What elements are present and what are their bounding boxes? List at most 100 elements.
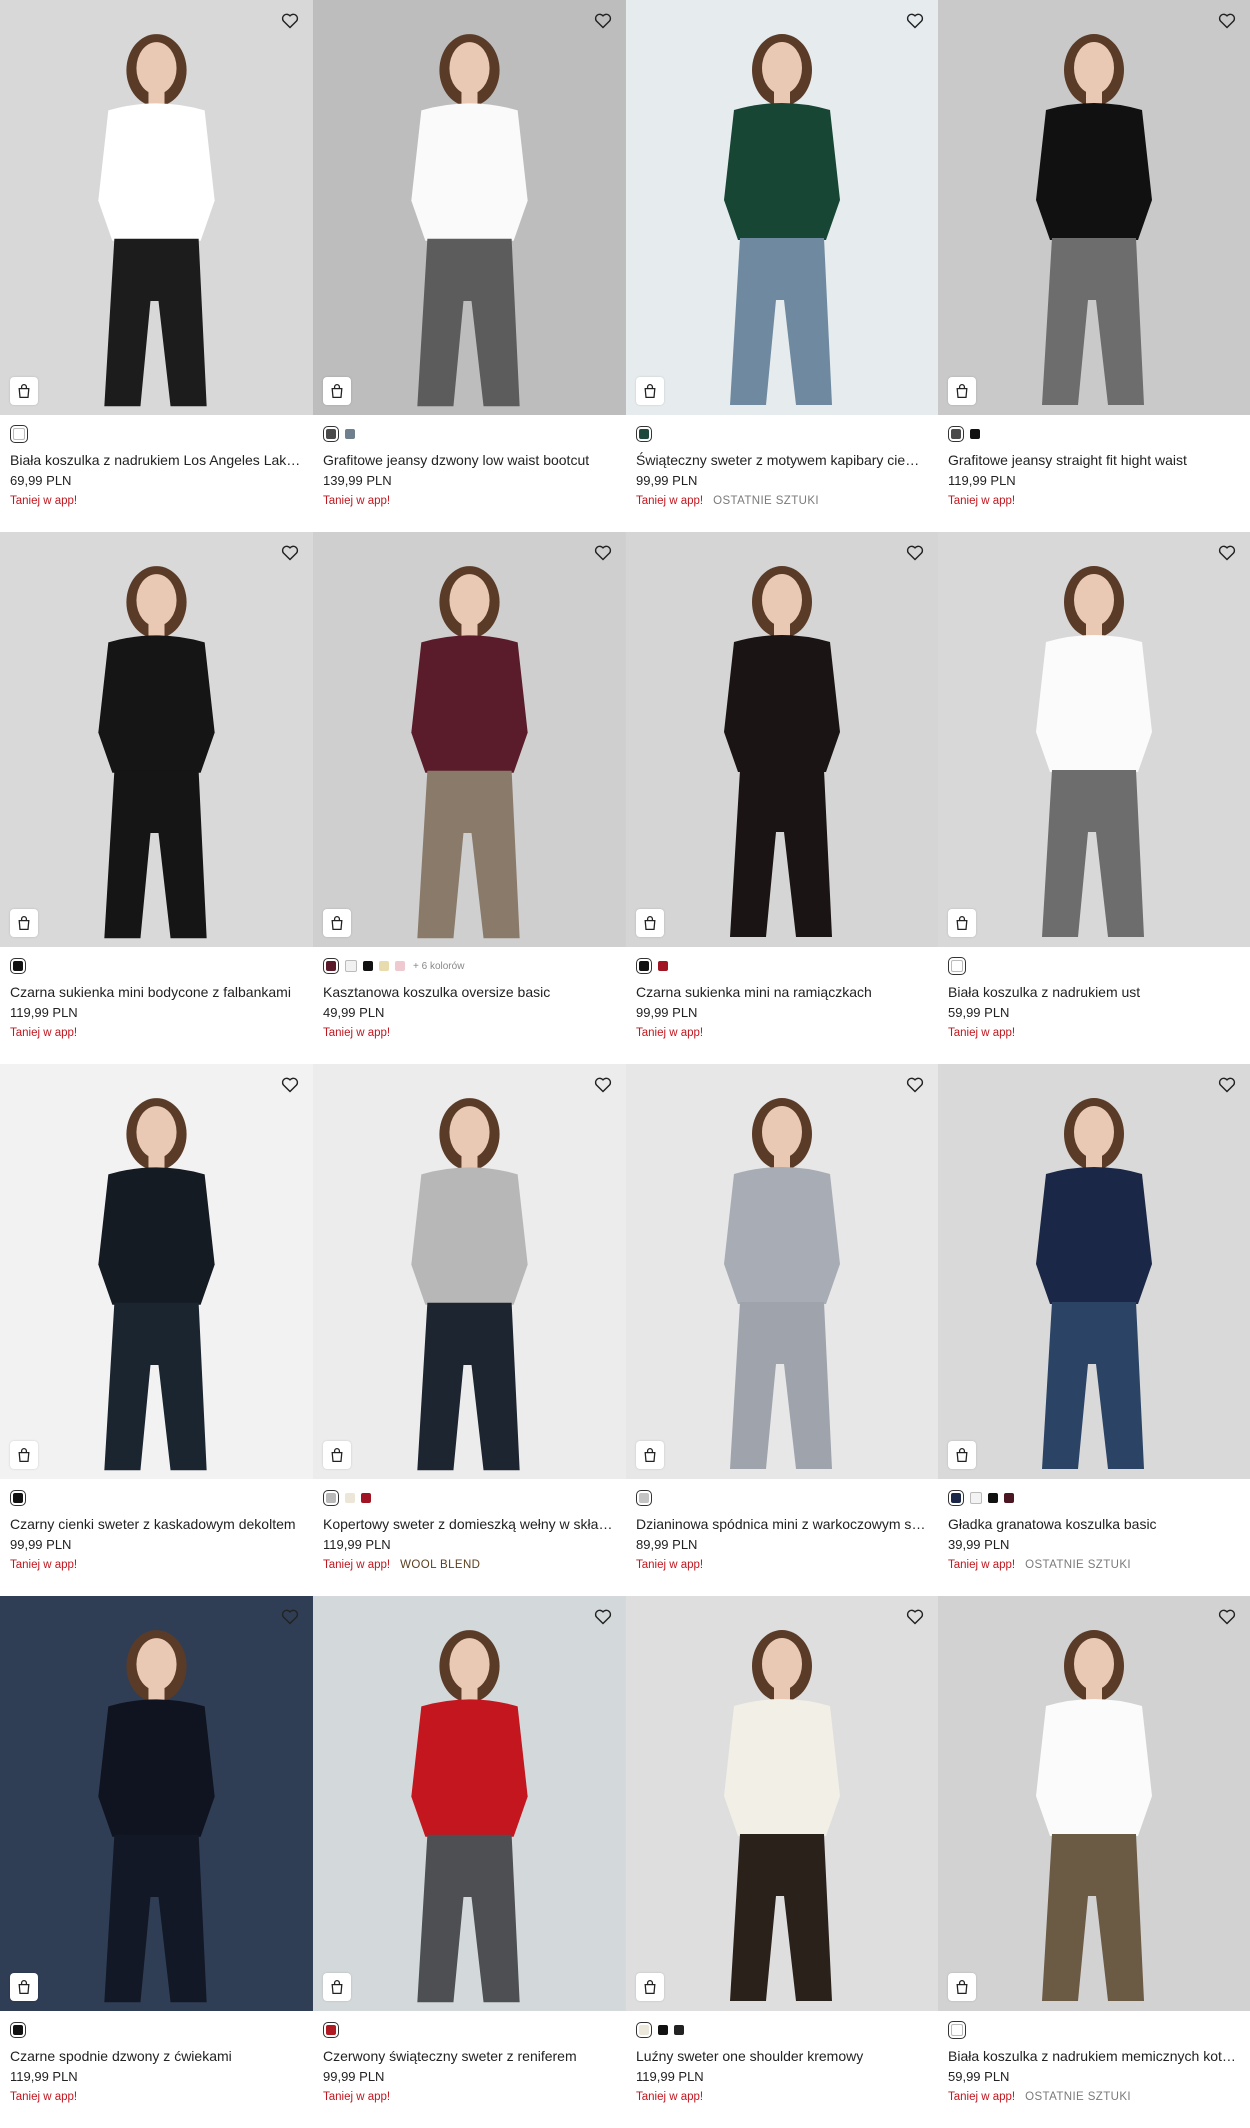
color-swatch[interactable] xyxy=(10,958,26,974)
product-photo[interactable] xyxy=(313,532,626,947)
color-swatch[interactable] xyxy=(10,1490,26,1506)
product-card[interactable]: Czarny cienki sweter z kaskadowym dekolt… xyxy=(0,1064,313,1596)
color-swatch[interactable] xyxy=(363,961,373,971)
product-name[interactable]: Biała koszulka z nadrukiem memicznych ko… xyxy=(948,2047,1240,2065)
product-card[interactable]: Biała koszulka z nadrukiem ust 59,99 PLN… xyxy=(938,532,1250,1064)
product-name[interactable]: Grafitowe jeansy dzwony low waist bootcu… xyxy=(323,451,616,469)
heart-icon[interactable] xyxy=(592,1606,614,1628)
heart-icon[interactable] xyxy=(592,542,614,564)
product-photo[interactable] xyxy=(938,1596,1250,2011)
heart-icon[interactable] xyxy=(279,10,301,32)
product-name[interactable]: Dzianinowa spódnica mini z warkoczowym s… xyxy=(636,1515,928,1533)
product-card[interactable]: Kopertowy sweter z domieszką wełny w skł… xyxy=(313,1064,626,1596)
shopping-bag-icon[interactable] xyxy=(323,1973,351,2001)
shopping-bag-icon[interactable] xyxy=(10,1441,38,1469)
color-swatch[interactable] xyxy=(345,429,355,439)
product-photo[interactable] xyxy=(938,0,1250,415)
heart-icon[interactable] xyxy=(279,1074,301,1096)
heart-icon[interactable] xyxy=(904,10,926,32)
shopping-bag-icon[interactable] xyxy=(323,377,351,405)
heart-icon[interactable] xyxy=(1216,10,1238,32)
shopping-bag-icon[interactable] xyxy=(10,1973,38,2001)
color-swatch[interactable] xyxy=(323,426,339,442)
shopping-bag-icon[interactable] xyxy=(636,377,664,405)
shopping-bag-icon[interactable] xyxy=(948,377,976,405)
product-name[interactable]: Czerwony świąteczny sweter z reniferem xyxy=(323,2047,616,2065)
color-swatch[interactable] xyxy=(636,2022,652,2038)
product-card[interactable]: + 6 kolorów Kasztanowa koszulka oversize… xyxy=(313,532,626,1064)
product-photo[interactable] xyxy=(313,1596,626,2011)
product-card[interactable]: Gładka granatowa koszulka basic 39,99 PL… xyxy=(938,1064,1250,1596)
color-swatch[interactable] xyxy=(345,1493,355,1503)
color-swatch[interactable] xyxy=(395,961,405,971)
color-swatch[interactable] xyxy=(1004,1493,1014,1503)
product-card[interactable]: Czarna sukienka mini na ramiączkach 99,9… xyxy=(626,532,938,1064)
heart-icon[interactable] xyxy=(904,1074,926,1096)
color-swatch[interactable] xyxy=(636,426,652,442)
heart-icon[interactable] xyxy=(592,1074,614,1096)
color-swatch[interactable] xyxy=(10,425,28,443)
product-card[interactable]: Biała koszulka z nadrukiem Los Angeles L… xyxy=(0,0,313,532)
product-name[interactable]: Czarna sukienka mini na ramiączkach xyxy=(636,983,928,1001)
color-swatch[interactable] xyxy=(379,961,389,971)
color-swatch[interactable] xyxy=(658,2025,668,2035)
product-photo[interactable] xyxy=(938,1064,1250,1479)
color-swatch[interactable] xyxy=(10,2022,26,2038)
shopping-bag-icon[interactable] xyxy=(10,909,38,937)
product-name[interactable]: Kopertowy sweter z domieszką wełny w skł… xyxy=(323,1515,616,1533)
product-name[interactable]: Grafitowe jeansy straight fit hight wais… xyxy=(948,451,1240,469)
shopping-bag-icon[interactable] xyxy=(323,1441,351,1469)
shopping-bag-icon[interactable] xyxy=(323,909,351,937)
product-photo[interactable] xyxy=(0,532,313,947)
product-name[interactable]: Świąteczny sweter z motywem kapibary cie… xyxy=(636,451,928,469)
product-card[interactable]: Dzianinowa spódnica mini z warkoczowym s… xyxy=(626,1064,938,1596)
color-swatch[interactable] xyxy=(674,2025,684,2035)
shopping-bag-icon[interactable] xyxy=(948,909,976,937)
product-card[interactable]: Czarna sukienka mini bodycone z falbanka… xyxy=(0,532,313,1064)
color-swatch[interactable] xyxy=(636,1490,652,1506)
shopping-bag-icon[interactable] xyxy=(636,909,664,937)
color-swatch[interactable] xyxy=(361,1493,371,1503)
color-swatch[interactable] xyxy=(323,1490,339,1506)
product-name[interactable]: Luźny sweter one shoulder kremowy xyxy=(636,2047,928,2065)
product-name[interactable]: Czarne spodnie dzwony z ćwiekami xyxy=(10,2047,303,2065)
product-name[interactable]: Biała koszulka z nadrukiem Los Angeles L… xyxy=(10,451,303,469)
product-card[interactable]: Czarne spodnie dzwony z ćwiekami 119,99 … xyxy=(0,1596,313,2128)
more-colors-label[interactable]: + 6 kolorów xyxy=(413,961,464,972)
heart-icon[interactable] xyxy=(904,542,926,564)
product-name[interactable]: Czarna sukienka mini bodycone z falbanka… xyxy=(10,983,303,1001)
product-photo[interactable] xyxy=(0,1596,313,2011)
color-swatch[interactable] xyxy=(948,2021,966,2039)
shopping-bag-icon[interactable] xyxy=(10,377,38,405)
heart-icon[interactable] xyxy=(279,542,301,564)
product-photo[interactable] xyxy=(626,1064,938,1479)
shopping-bag-icon[interactable] xyxy=(636,1973,664,2001)
color-swatch[interactable] xyxy=(323,2022,339,2038)
shopping-bag-icon[interactable] xyxy=(948,1973,976,2001)
color-swatch[interactable] xyxy=(970,1492,982,1504)
shopping-bag-icon[interactable] xyxy=(948,1441,976,1469)
color-swatch[interactable] xyxy=(345,960,357,972)
heart-icon[interactable] xyxy=(1216,1074,1238,1096)
product-photo[interactable] xyxy=(938,532,1250,947)
product-photo[interactable] xyxy=(313,0,626,415)
color-swatch[interactable] xyxy=(948,957,966,975)
heart-icon[interactable] xyxy=(279,1606,301,1628)
product-card[interactable]: Czerwony świąteczny sweter z reniferem 9… xyxy=(313,1596,626,2128)
product-name[interactable]: Kasztanowa koszulka oversize basic xyxy=(323,983,616,1001)
product-card[interactable]: Świąteczny sweter z motywem kapibary cie… xyxy=(626,0,938,532)
product-photo[interactable] xyxy=(0,1064,313,1479)
heart-icon[interactable] xyxy=(592,10,614,32)
shopping-bag-icon[interactable] xyxy=(636,1441,664,1469)
product-photo[interactable] xyxy=(626,532,938,947)
color-swatch[interactable] xyxy=(636,958,652,974)
product-photo[interactable] xyxy=(626,0,938,415)
color-swatch[interactable] xyxy=(658,961,668,971)
product-photo[interactable] xyxy=(0,0,313,415)
product-name[interactable]: Biała koszulka z nadrukiem ust xyxy=(948,983,1240,1001)
product-photo[interactable] xyxy=(626,1596,938,2011)
heart-icon[interactable] xyxy=(1216,542,1238,564)
color-swatch[interactable] xyxy=(948,426,964,442)
color-swatch[interactable] xyxy=(988,1493,998,1503)
heart-icon[interactable] xyxy=(1216,1606,1238,1628)
